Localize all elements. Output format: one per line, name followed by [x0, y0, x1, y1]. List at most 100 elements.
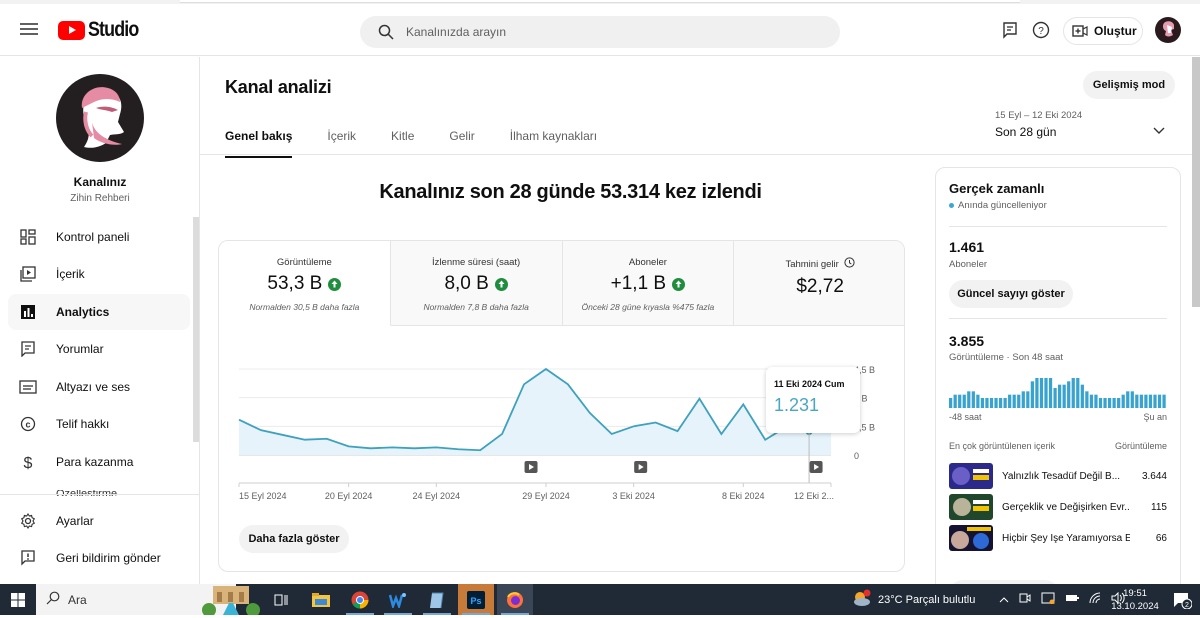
task-view-icon[interactable]: [263, 584, 299, 615]
hourly-bar: [1099, 398, 1102, 408]
create-button[interactable]: Oluştur: [1063, 17, 1143, 45]
top-video-row[interactable]: Hiçbir Şey İşe Yaramıyorsa E... 66: [949, 525, 1167, 551]
tab-overview[interactable]: Genel bakış: [225, 127, 292, 157]
taskbar-clock[interactable]: 19:51 13.10.2024: [1110, 587, 1160, 613]
sidebar-item-comments[interactable]: Yorumlar: [8, 331, 190, 367]
sidebar-item-label: Yorumlar: [56, 342, 104, 356]
x-tick-label: 12 Eki 2...: [794, 491, 834, 501]
taskbar-search[interactable]: Ara: [36, 584, 236, 615]
windows-start-icon[interactable]: [0, 584, 36, 615]
metric-comparison: Normalden 30,5 B daha fazla: [219, 302, 390, 312]
hourly-bar: [1013, 395, 1016, 408]
notes-app-icon[interactable]: [419, 584, 455, 615]
hourly-views-chart[interactable]: [949, 368, 1167, 408]
metric-value: $2,72: [796, 276, 844, 298]
tab-audience[interactable]: Kitle: [391, 127, 414, 157]
sidebar-item-label: Geri bildirim gönder: [56, 551, 161, 565]
video-thumbnail: [949, 494, 993, 520]
photoshop-icon[interactable]: Ps: [458, 584, 494, 615]
top-content-header: En çok görüntülenen içerik: [949, 441, 1055, 451]
chevron-up-icon[interactable]: [999, 594, 1009, 606]
hourly-bar: [1113, 398, 1116, 408]
metric-views[interactable]: Görüntüleme 53,3 B Normalden 30,5 B daha…: [219, 241, 391, 326]
app-w-icon[interactable]: [380, 584, 416, 615]
divider: [949, 226, 1167, 227]
area-fill: [239, 369, 831, 455]
views-chart[interactable]: 01,5 B3 B4,5 B15 Eyl 202420 Eyl 202424 E…: [219, 327, 905, 507]
main-content: Kanal analizi Gelişmiş mod Genel bakış İ…: [200, 57, 1200, 584]
tab-inspiration[interactable]: İlham kaynakları: [510, 127, 597, 157]
copyright-icon: c: [8, 416, 48, 432]
sidebar-scrollbar[interactable]: [193, 217, 199, 442]
hourly-bar: [967, 391, 970, 408]
y-tick-label: 0: [854, 451, 859, 461]
tab-content[interactable]: İçerik: [327, 127, 356, 157]
date-range-label: Son 28 gün: [995, 125, 1175, 139]
date-range-picker[interactable]: 15 Eyl – 12 Eki 2024 Son 28 gün: [995, 110, 1175, 150]
menu-icon[interactable]: [20, 20, 38, 38]
app-tray-icon[interactable]: [1041, 592, 1055, 607]
hourly-bar: [958, 395, 961, 408]
sidebar-item-label: Kontrol paneli: [56, 230, 129, 244]
show-live-count-button[interactable]: Güncel sayıyı göster: [949, 280, 1073, 308]
show-more-button[interactable]: Daha fazla göster: [239, 525, 349, 553]
sidebar-item-settings[interactable]: Ayarlar: [8, 503, 190, 539]
metric-subscribers[interactable]: Aboneler +1,1 B Önceki 28 güne kıyasla %…: [563, 241, 735, 326]
feedback-icon: [8, 550, 48, 566]
system-tray: 23°C Parçalı bulutlu: [852, 584, 1125, 615]
sidebar-item-copyright[interactable]: c Telif hakkı: [8, 406, 190, 442]
battery-icon[interactable]: [1065, 593, 1079, 606]
top-video-row[interactable]: Gerçeklik ve Değişirken Evr... 115: [949, 494, 1167, 520]
metric-comparison: Önceki 28 güne kıyasla %475 fazla: [563, 302, 734, 312]
analytics-icon: [8, 304, 48, 320]
weather-text[interactable]: 23°C Parçalı bulutlu: [878, 594, 975, 606]
youtube-logo-icon: [58, 21, 85, 40]
windows-taskbar: Ara Ps 23°C Parçalı bulutlu 19:51 13.10.…: [0, 584, 1200, 615]
hourly-bar: [1004, 398, 1007, 408]
top-video-row[interactable]: Yalnızlık Tesadüf Değil B... 3.644: [949, 463, 1167, 489]
hourly-bar: [1026, 391, 1029, 408]
hourly-bar: [999, 398, 1002, 408]
help-icon[interactable]: ?: [1032, 21, 1050, 39]
search-bar[interactable]: [360, 16, 840, 48]
studio-logo[interactable]: Studio: [58, 18, 147, 42]
metric-revenue[interactable]: Tahmini gelir $2,72: [734, 241, 905, 326]
hourly-bar: [1049, 378, 1052, 408]
advanced-mode-button[interactable]: Gelişmiş mod: [1083, 71, 1175, 99]
tab-revenue[interactable]: Gelir: [449, 127, 474, 157]
create-label: Oluştur: [1094, 24, 1137, 38]
firefox-icon[interactable]: [497, 584, 533, 615]
sidebar-item-customization[interactable]: Özelleştirme: [20, 490, 160, 496]
main-scrollbar[interactable]: [1192, 57, 1200, 307]
sidebar-item-content[interactable]: İçerik: [8, 256, 190, 292]
meet-icon[interactable]: [1019, 592, 1031, 607]
hourly-bar: [1135, 395, 1138, 408]
channel-avatar[interactable]: [56, 74, 144, 162]
wifi-icon[interactable]: [1089, 592, 1101, 607]
notifications-icon[interactable]: 2: [1164, 584, 1200, 615]
metric-value: 8,0 B: [444, 273, 488, 295]
metric-watch-time[interactable]: İzlenme süresi (saat) 8,0 B Normalden 7,…: [391, 241, 563, 326]
feedback-comments-icon[interactable]: [1002, 21, 1020, 39]
chrome-icon[interactable]: [342, 584, 378, 615]
app-header: Studio ? Oluştur: [0, 4, 1200, 56]
file-explorer-icon[interactable]: [303, 584, 339, 615]
hourly-bar: [1144, 395, 1147, 408]
gear-icon: [8, 513, 48, 529]
search-input[interactable]: [406, 25, 806, 39]
account-avatar[interactable]: [1155, 17, 1181, 43]
video-views: 115: [1151, 502, 1167, 513]
sidebar-item-dashboard[interactable]: Kontrol paneli: [8, 219, 190, 255]
sidebar-item-monetization[interactable]: $ Para kazanma: [8, 444, 190, 480]
svg-text:?: ?: [1038, 26, 1044, 37]
search-icon[interactable]: [366, 24, 406, 40]
video-title: Gerçeklik ve Değişirken Evr...: [1002, 502, 1130, 513]
search-highlight-image: [201, 584, 261, 618]
hourly-bar: [1117, 398, 1120, 408]
sidebar-item-feedback[interactable]: Geri bildirim gönder: [8, 540, 190, 576]
views-headline: Kanalınız son 28 günde 53.314 kez izlend…: [218, 181, 923, 204]
sidebar-item-analytics[interactable]: Analytics: [8, 294, 190, 330]
sidebar-item-subtitles[interactable]: Altyazı ve ses: [8, 369, 190, 405]
video-title: Yalnızlık Tesadüf Değil B...: [1002, 471, 1130, 482]
weather-icon[interactable]: [852, 589, 872, 610]
